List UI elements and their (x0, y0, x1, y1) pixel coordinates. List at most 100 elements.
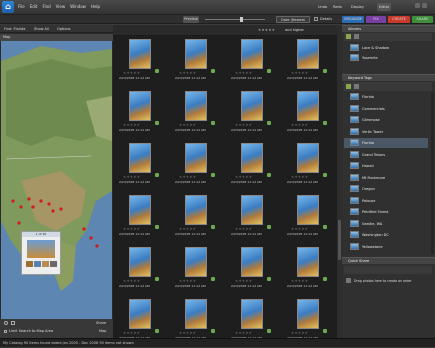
redo-button[interactable]: Redo (333, 3, 342, 11)
photo-thumbnail[interactable]: ★★★★★2/23/2005 11:12 AM (283, 244, 341, 296)
quick-share-drop-zone[interactable]: Drag photos here to create an order (344, 276, 432, 286)
zoom-slider-handle[interactable] (240, 17, 243, 22)
quick-share-header[interactable]: Quick Share (342, 257, 435, 264)
keyword-tag-item[interactable]: Washington DC (344, 230, 428, 240)
keyword-tag-item[interactable]: Mt Rushmore (344, 173, 428, 183)
photo-rating[interactable]: ★★★★★ (179, 279, 196, 283)
share-button[interactable]: Share (96, 321, 106, 325)
menu-find[interactable]: Find (42, 4, 50, 9)
map-view[interactable]: 1 of 90 (1, 41, 112, 319)
photo-thumbnail[interactable]: ★★★★★2/23/2005 11:12 AM (171, 192, 229, 244)
map-popup[interactable]: 1 of 90 (21, 231, 61, 275)
photo-thumbnail[interactable]: ★★★★★2/23/2005 11:12 AM (115, 140, 173, 192)
tab-fix[interactable]: FIX (366, 16, 386, 23)
find-criteria[interactable]: Find: Florida (4, 27, 25, 31)
album-item[interactable]: Lace & Shadow (344, 43, 428, 53)
keyword-tag-item[interactable]: Florida (344, 138, 428, 148)
photo-rating[interactable]: ★★★★★ (291, 175, 308, 179)
keyword-tags-header[interactable]: Keyword Tags (342, 74, 435, 81)
home-icon[interactable]: ⌂ (2, 1, 14, 13)
keyword-tag-item[interactable]: Seattle, WA (344, 219, 428, 229)
photo-thumbnail[interactable]: ★★★★★2/23/2005 11:12 AM (283, 88, 341, 140)
photo-rating[interactable]: ★★★★★ (179, 175, 196, 179)
grid-scrollbar-thumb[interactable] (338, 220, 341, 260)
keyword-tag-item[interactable]: Glimmpse (344, 115, 428, 125)
keyword-tag-item[interactable]: Commercials (344, 104, 428, 114)
menu-help[interactable]: Help (91, 4, 100, 9)
show-all-button[interactable]: Show All (34, 27, 49, 31)
photo-rating[interactable]: ★★★★★ (179, 71, 196, 75)
add-tag-icon[interactable] (346, 84, 351, 89)
photo-rating[interactable]: ★★★★★ (291, 331, 308, 335)
menu-view[interactable]: View (56, 4, 66, 9)
add-album-icon[interactable] (346, 34, 351, 39)
photo-rating[interactable]: ★★★★★ (235, 71, 252, 75)
photo-thumbnail[interactable]: ★★★★★2/23/2005 11:12 AM (115, 192, 173, 244)
limit-search-checkbox[interactable] (4, 330, 7, 333)
map-popup-photo[interactable] (27, 240, 55, 258)
photo-rating[interactable]: ★★★★★ (235, 331, 252, 335)
keyword-tag-item[interactable]: Grand Tetons (344, 150, 428, 160)
photo-thumbnail[interactable]: ★★★★★2/23/2005 11:12 AM (115, 88, 173, 140)
close-icon[interactable] (422, 3, 427, 8)
photo-rating[interactable]: ★★★★★ (235, 227, 252, 231)
preview-button[interactable]: Preview (183, 16, 199, 23)
album-item[interactable]: Yosemite (344, 53, 428, 63)
menu-window[interactable]: Window (70, 4, 86, 9)
options-button[interactable]: Options (57, 27, 71, 31)
photo-thumbnail[interactable]: ★★★★★2/23/2005 11:12 AM (227, 244, 285, 296)
tab-organize[interactable]: ORGANIZE (342, 16, 364, 23)
rating-stars[interactable]: ★★★★★ (258, 28, 275, 32)
albums-header[interactable]: Albums (342, 25, 435, 32)
details-checkbox[interactable] (314, 17, 318, 21)
photo-thumbnail[interactable]: ★★★★★2/23/2005 11:12 AM (171, 244, 229, 296)
photo-thumbnail[interactable]: ★★★★★2/23/2005 11:12 AM (283, 192, 341, 244)
tab-share[interactable]: SHARE (412, 16, 433, 23)
photo-rating[interactable]: ★★★★★ (179, 331, 196, 335)
photo-rating[interactable]: ★★★★★ (123, 227, 140, 231)
keyword-tag-item[interactable]: Florida (344, 92, 428, 102)
photo-rating[interactable]: ★★★★★ (179, 123, 196, 127)
photo-rating[interactable]: ★★★★★ (179, 227, 196, 231)
photo-thumbnail[interactable]: ★★★★★2/23/2005 11:12 AM (227, 88, 285, 140)
photo-rating[interactable]: ★★★★★ (235, 175, 252, 179)
keyword-tag-item[interactable]: Palouse (344, 196, 428, 206)
keyword-scrollbar[interactable] (431, 92, 434, 254)
photo-rating[interactable]: ★★★★★ (291, 123, 308, 127)
minimize-icon[interactable] (415, 3, 420, 8)
map-hand-icon[interactable] (11, 321, 15, 325)
tab-create[interactable]: CREATE (388, 16, 410, 23)
keyword-tag-item[interactable]: Vertic Tower (344, 127, 428, 137)
map-button[interactable]: Map (99, 329, 106, 333)
keyword-tag-item[interactable]: Oregon (344, 184, 428, 194)
editor-button[interactable]: Editor (377, 3, 392, 11)
photo-thumbnail[interactable]: ★★★★★2/23/2005 11:12 AM (171, 88, 229, 140)
photo-thumbnail[interactable]: ★★★★★2/23/2005 11:12 AM (171, 36, 229, 88)
photo-rating[interactable]: ★★★★★ (235, 279, 252, 283)
keyword-tag-item[interactable]: Yellowstone (344, 242, 428, 252)
photo-thumbnail[interactable]: ★★★★★2/23/2005 11:12 AM (115, 36, 173, 88)
photo-thumbnail[interactable]: ★★★★★2/23/2005 11:12 AM (283, 36, 341, 88)
photo-thumbnail[interactable]: ★★★★★2/23/2005 11:12 AM (227, 36, 285, 88)
photo-thumbnail[interactable]: ★★★★★2/23/2005 11:12 AM (115, 244, 173, 296)
photo-rating[interactable]: ★★★★★ (123, 123, 140, 127)
photo-rating[interactable]: ★★★★★ (291, 227, 308, 231)
sort-dropdown[interactable]: Date (Newest First) (276, 16, 310, 29)
photo-thumbnail[interactable]: ★★★★★2/23/2005 11:12 AM (283, 140, 341, 192)
menu-edit[interactable]: Edit (30, 4, 38, 9)
menu-file[interactable]: File (18, 4, 25, 9)
map-zoom-icon[interactable] (4, 321, 8, 325)
photo-rating[interactable]: ★★★★★ (123, 331, 140, 335)
edit-tag-icon[interactable] (354, 84, 359, 89)
photo-rating[interactable]: ★★★★★ (123, 71, 140, 75)
keyword-tag-item[interactable]: Hawaii (344, 161, 428, 171)
zoom-slider[interactable] (205, 19, 265, 20)
undo-button[interactable]: Undo (318, 3, 327, 11)
photo-rating[interactable]: ★★★★★ (123, 175, 140, 179)
photo-thumbnail[interactable]: ★★★★★2/23/2005 11:12 AM (171, 140, 229, 192)
photo-rating[interactable]: ★★★★★ (291, 71, 308, 75)
photo-rating[interactable]: ★★★★★ (235, 123, 252, 127)
photo-thumbnail[interactable]: ★★★★★2/23/2005 11:12 AM (227, 192, 285, 244)
photo-rating[interactable]: ★★★★★ (291, 279, 308, 283)
keyword-tag-item[interactable]: Petrified Forest (344, 207, 428, 217)
